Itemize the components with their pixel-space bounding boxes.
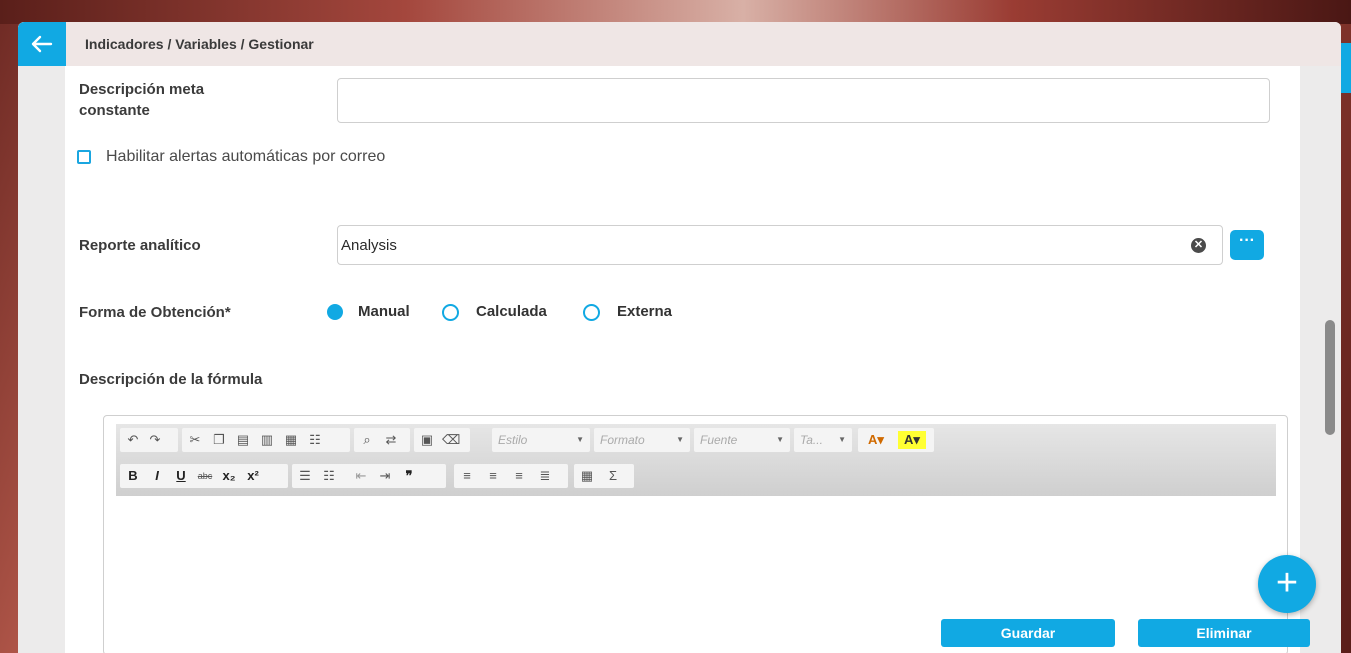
background-strip <box>0 0 1351 24</box>
rich-text-editor[interactable]: ↶ ↷ ✂ ❐ ▤ ▥ ▦ ☷ ⌕ ⇄ ▣ ⌫ Estilo ▼ Formato… <box>103 415 1288 653</box>
header-bar: Indicadores / Variables / Gestionar <box>18 22 1341 66</box>
indent-icon[interactable]: ⇥ <box>376 464 394 488</box>
paste-text-icon[interactable]: ▥ <box>258 428 276 452</box>
insert-group: ▦ Σ <box>574 464 634 488</box>
alerts-checkbox-label: Habilitar alertas automáticas por correo <box>106 148 386 165</box>
select-group: ▣ ⌫ <box>414 428 470 452</box>
arrow-left-icon <box>31 35 53 53</box>
list-group: ☰ ☷ ⇤ ⇥ ❞ <box>292 464 446 488</box>
form-panel: Descripción meta constante Habilitar ale… <box>65 66 1300 653</box>
radio-calculada[interactable] <box>442 304 459 321</box>
delete-button[interactable]: Eliminar <box>1138 619 1310 647</box>
main-window: Indicadores / Variables / Gestionar Desc… <box>18 22 1341 653</box>
align-center-icon[interactable]: ≡ <box>484 464 502 488</box>
align-group: ≡ ≡ ≡ ≣ <box>454 464 568 488</box>
eraser-icon[interactable]: ⌫ <box>442 428 460 452</box>
radio-manual[interactable] <box>327 304 343 320</box>
save-button[interactable]: Guardar <box>941 619 1115 647</box>
style-combo[interactable]: Estilo ▼ <box>492 428 590 452</box>
editor-toolbar: ↶ ↷ ✂ ❐ ▤ ▥ ▦ ☷ ⌕ ⇄ ▣ ⌫ Estilo ▼ Formato… <box>116 424 1276 496</box>
report-input-value: Analysis <box>341 237 397 254</box>
clipboard-group: ✂ ❐ ▤ ▥ ▦ ☷ <box>182 428 350 452</box>
subscript-icon[interactable]: x₂ <box>220 464 238 488</box>
color-group: A▾ A▾ <box>858 428 934 452</box>
basic-styles-group: B I U abc x₂ x² <box>120 464 288 488</box>
blockquote-icon[interactable]: ❞ <box>400 464 418 488</box>
size-combo[interactable]: Ta... ▼ <box>794 428 852 452</box>
clear-icon[interactable]: ✕ <box>1191 238 1206 253</box>
formula-description-label: Descripción de la fórmula <box>79 371 263 388</box>
select-all-icon[interactable]: ▣ <box>418 428 436 452</box>
paste-icon[interactable]: ▤ <box>234 428 252 452</box>
alerts-checkbox[interactable] <box>77 150 91 164</box>
back-button[interactable] <box>18 22 66 66</box>
meta-description-input[interactable] <box>337 78 1270 123</box>
font-combo-label: Fuente <box>700 433 738 447</box>
superscript-icon[interactable]: x² <box>244 464 262 488</box>
paste-word-icon[interactable]: ▦ <box>282 428 300 452</box>
find-icon[interactable]: ⌕ <box>358 428 376 452</box>
strike-icon[interactable]: abc <box>196 464 214 488</box>
report-input[interactable]: Analysis ✕ <box>337 225 1223 265</box>
radio-calculada-label: Calculada <box>476 303 547 320</box>
format-combo-label: Formato <box>600 433 645 447</box>
font-combo[interactable]: Fuente ▼ <box>694 428 790 452</box>
underline-icon[interactable]: U <box>172 464 190 488</box>
history-group: ↶ ↷ <box>120 428 178 452</box>
sigma-icon[interactable]: Σ <box>604 464 622 488</box>
format-combo[interactable]: Formato ▼ <box>594 428 690 452</box>
find-group: ⌕ ⇄ <box>354 428 410 452</box>
bulleted-list-icon[interactable]: ☷ <box>320 464 338 488</box>
justify-icon[interactable]: ≣ <box>536 464 554 488</box>
add-fab-button[interactable]: + <box>1258 555 1316 613</box>
copy-icon[interactable]: ❐ <box>210 428 228 452</box>
obtain-method-label: Forma de Obtención* <box>79 304 231 321</box>
redo-icon[interactable]: ↷ <box>146 428 164 452</box>
scrollbar-thumb[interactable] <box>1325 320 1335 435</box>
outdent-icon[interactable]: ⇤ <box>352 464 370 488</box>
style-combo-label: Estilo <box>498 433 528 447</box>
align-left-icon[interactable]: ≡ <box>458 464 476 488</box>
replace-icon[interactable]: ⇄ <box>382 428 400 452</box>
table-icon[interactable]: ▦ <box>578 464 596 488</box>
background-color-icon[interactable]: A▾ <box>898 431 926 449</box>
text-color-icon[interactable]: A▾ <box>862 428 890 452</box>
size-combo-label: Ta... <box>800 433 823 447</box>
italic-icon[interactable]: I <box>148 464 166 488</box>
template-icon[interactable]: ☷ <box>306 428 324 452</box>
align-right-icon[interactable]: ≡ <box>510 464 528 488</box>
report-label: Reporte analítico <box>79 237 201 254</box>
radio-externa-label: Externa <box>617 303 673 320</box>
undo-icon[interactable]: ↶ <box>124 428 142 452</box>
bold-icon[interactable]: B <box>124 464 142 488</box>
radio-externa[interactable] <box>583 304 600 321</box>
report-more-button[interactable]: ··· <box>1230 230 1264 260</box>
vertical-scrollbar[interactable] <box>1323 66 1337 653</box>
meta-description-label: Descripción meta constante <box>79 81 205 119</box>
radio-manual-label: Manual <box>358 303 410 320</box>
numbered-list-icon[interactable]: ☰ <box>296 464 314 488</box>
breadcrumb: Indicadores / Variables / Gestionar <box>85 36 314 52</box>
cut-icon[interactable]: ✂ <box>186 428 204 452</box>
